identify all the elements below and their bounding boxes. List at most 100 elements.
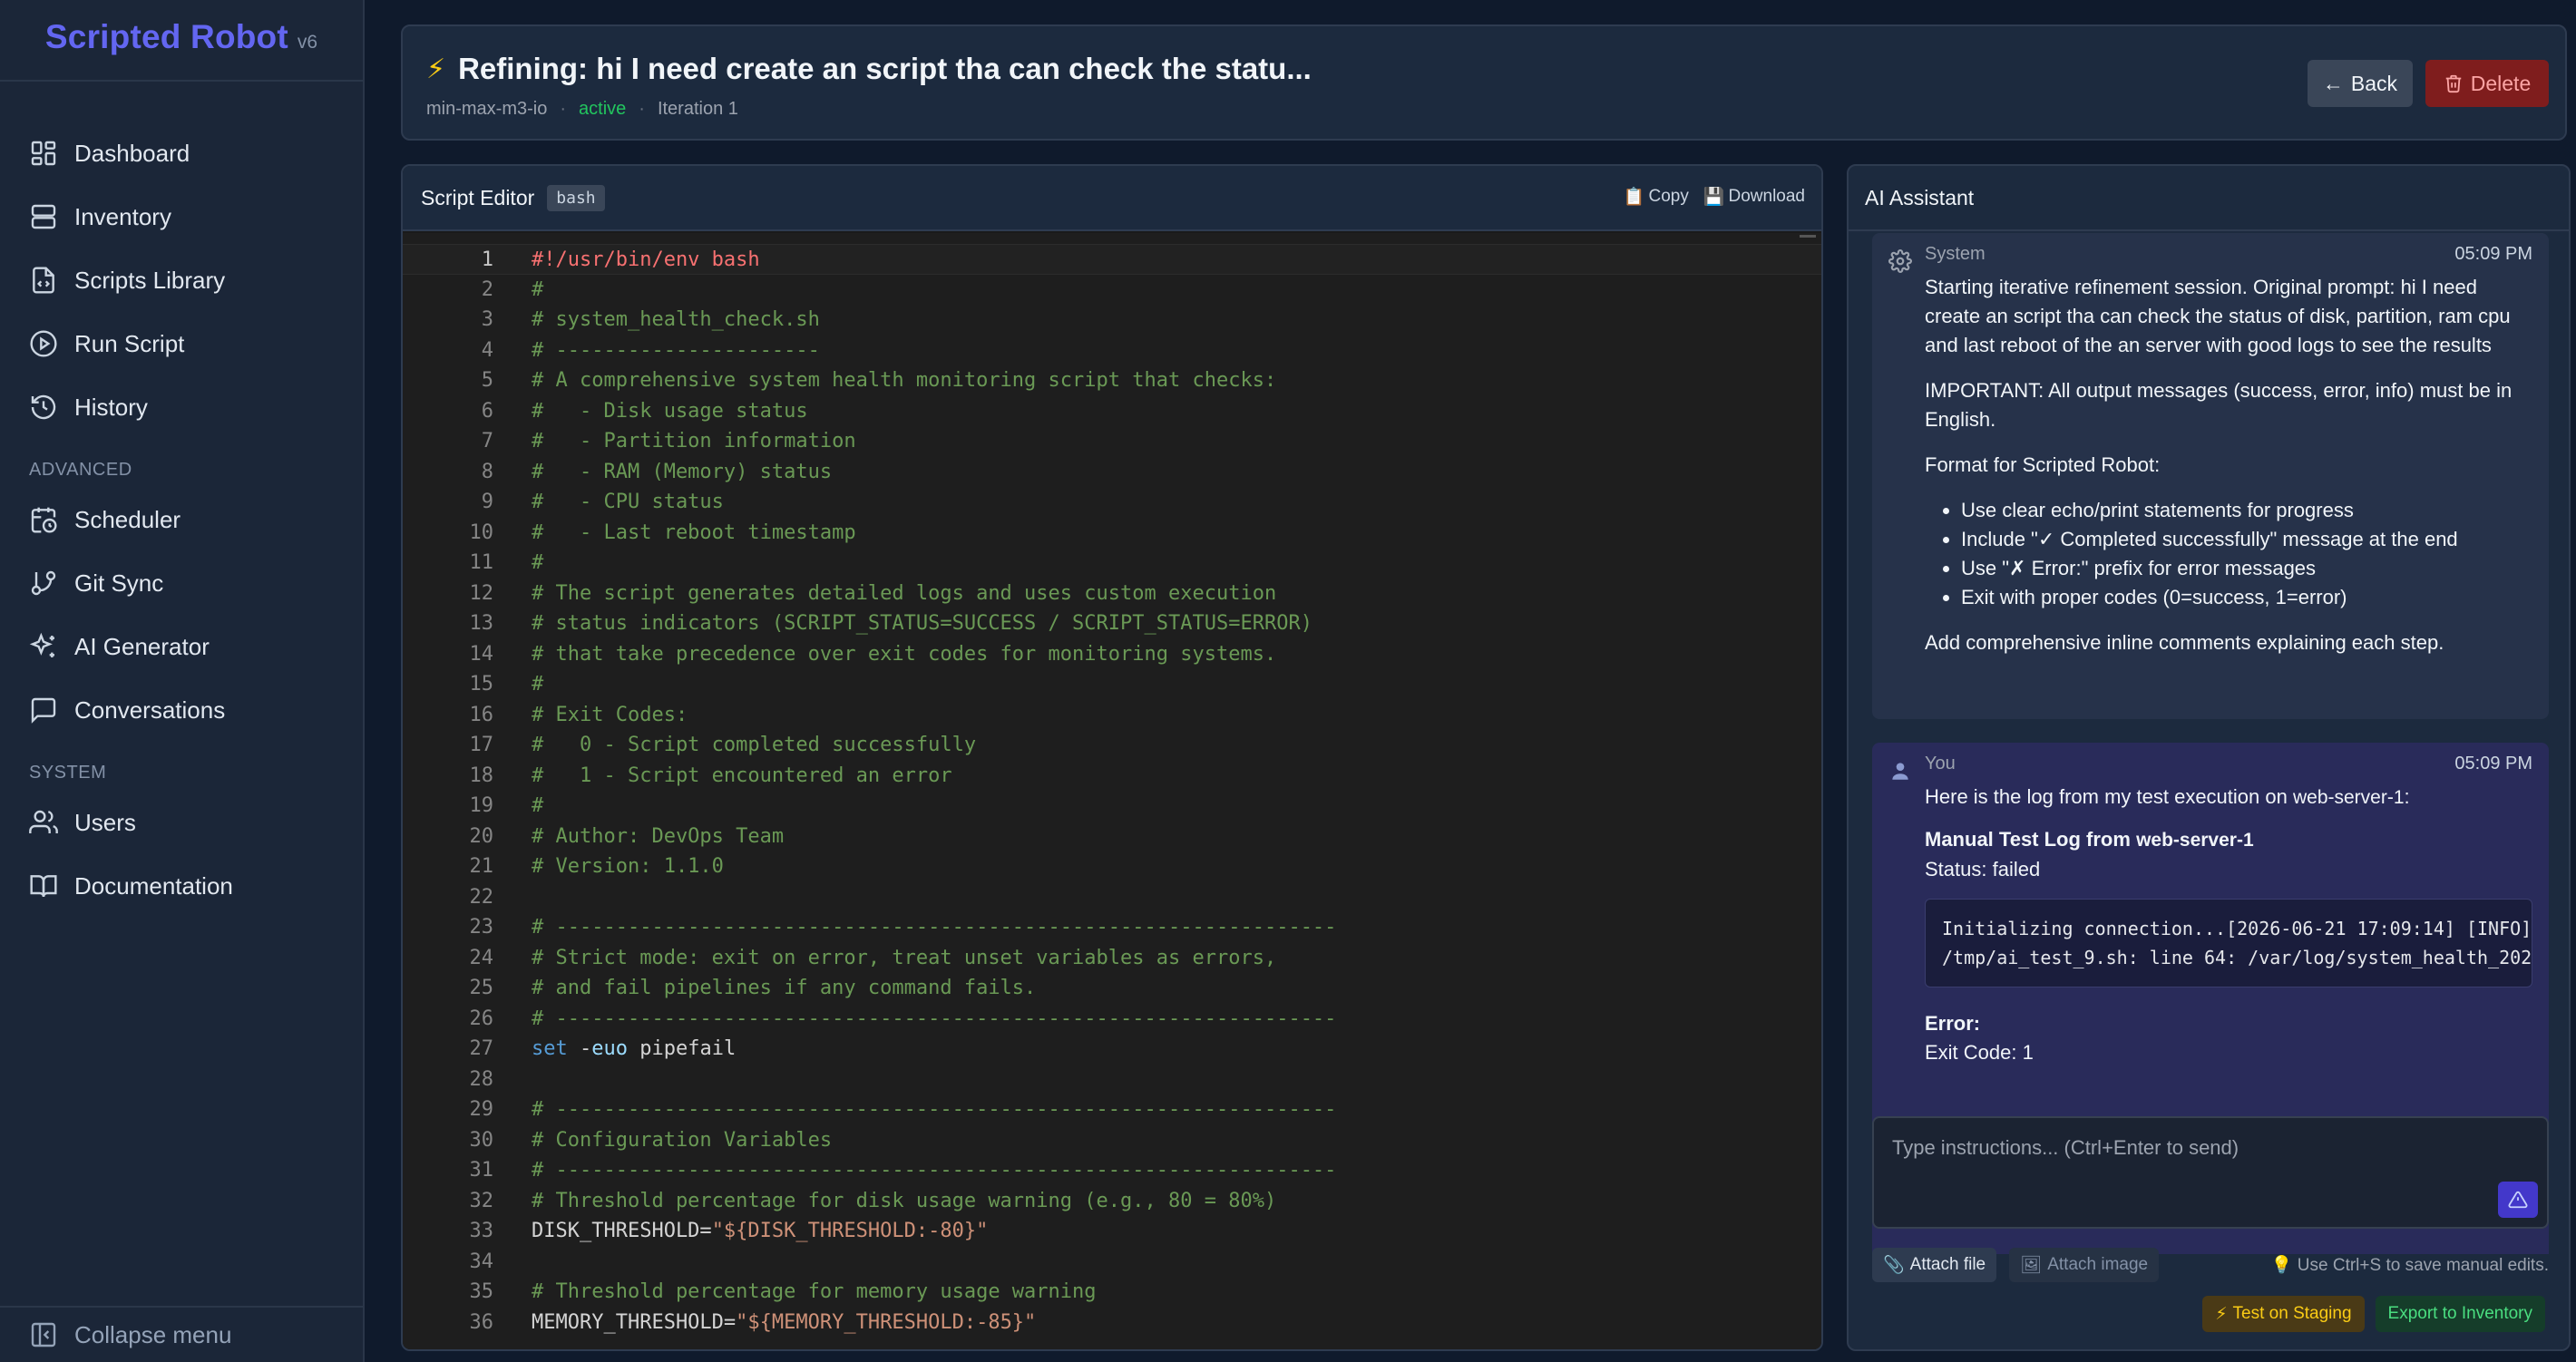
- test-on-staging-button[interactable]: ⚡ Test on Staging: [2202, 1296, 2365, 1332]
- sidebar-item-git-sync[interactable]: Git Sync: [0, 551, 363, 615]
- code-line[interactable]: 18 # 1 - Script encountered an error: [403, 761, 1821, 792]
- calendar-clock-icon: [31, 507, 57, 533]
- code-text: #: [532, 673, 544, 696]
- ai-assistant-panel: AI Assistant System 05:09 PM Starting it…: [1847, 164, 2571, 1351]
- delete-button[interactable]: Delete: [2425, 60, 2549, 107]
- message-intro-line: Here is the log from my test execution o…: [1925, 785, 2410, 808]
- collapse-icon: [31, 1322, 56, 1347]
- line-number: 32: [469, 1189, 494, 1212]
- copy-button[interactable]: 📋 Copy: [1624, 186, 1689, 208]
- code-line[interactable]: 33 DISK_THRESHOLD="${DISK_THRESHOLD:-80}": [403, 1216, 1821, 1247]
- code-line[interactable]: 15 #: [403, 669, 1821, 700]
- code-line[interactable]: 3 # system_health_check.sh: [403, 305, 1821, 336]
- line-number: 15: [469, 673, 494, 696]
- code-line[interactable]: 7 # - Partition information: [403, 426, 1821, 457]
- code-line[interactable]: 27 set -euo pipefail: [403, 1034, 1821, 1065]
- line-number: 20: [469, 824, 494, 848]
- code-line[interactable]: 16 # Exit Codes:: [403, 700, 1821, 731]
- code-line[interactable]: 36 MEMORY_THRESHOLD="${MEMORY_THRESHOLD:-…: [403, 1308, 1821, 1338]
- brand-title[interactable]: Scripted Robot: [45, 18, 288, 56]
- list-item: Include "✓ Completed successfully" messa…: [1961, 525, 2532, 554]
- code-line[interactable]: 30 # Configuration Variables: [403, 1125, 1821, 1156]
- collapse-menu-button[interactable]: Collapse menu: [0, 1306, 363, 1362]
- code-line[interactable]: 32 # Threshold percentage for disk usage …: [403, 1186, 1821, 1217]
- code-line[interactable]: 28: [403, 1065, 1821, 1095]
- message-sender: You: [1925, 754, 1956, 773]
- code-line[interactable]: 25 # and fail pipelines if any command fa…: [403, 973, 1821, 1004]
- export-to-inventory-button[interactable]: Export to Inventory: [2375, 1296, 2545, 1332]
- code-text: # 0 - Script completed successfully: [532, 734, 977, 756]
- download-button[interactable]: 💾 Download: [1703, 186, 1805, 208]
- page-title: ⚡ Refining: hi I need create an script t…: [426, 52, 1312, 86]
- sidebar-item-run-script[interactable]: Run Script: [0, 312, 363, 375]
- code-line[interactable]: 22: [403, 882, 1821, 913]
- line-number: 25: [469, 977, 494, 999]
- sidebar-item-label: Scripts Library: [74, 266, 226, 294]
- exit-code: Exit Code: 1: [1925, 1041, 2034, 1064]
- code-line[interactable]: 10 # - Last reboot timestamp: [403, 518, 1821, 549]
- list-item: Exit with proper codes (0=success, 1=err…: [1961, 583, 2532, 612]
- chat-messages[interactable]: System 05:09 PM Starting iterative refin…: [1849, 233, 2569, 1254]
- code-text: # status indicators (SCRIPT_STATUS=SUCCE…: [532, 612, 1312, 635]
- code-line[interactable]: 29 # ------------------------------------…: [403, 1094, 1821, 1125]
- line-number: 22: [469, 885, 494, 909]
- code-line[interactable]: 5 # A comprehensive system health monitor…: [403, 365, 1821, 396]
- code-line[interactable]: 14 # that take precedence over exit codes…: [403, 639, 1821, 670]
- sidebar-item-label: Users: [74, 808, 136, 836]
- code-line[interactable]: 4 # ----------------------: [403, 336, 1821, 366]
- session-meta: min-max-m3-io · active · Iteration 1: [426, 99, 738, 120]
- code-line[interactable]: 9 # - CPU status: [403, 487, 1821, 518]
- send-button[interactable]: [2498, 1182, 2538, 1218]
- line-number: 8: [481, 460, 493, 483]
- sidebar-item-label: Conversations: [74, 696, 226, 724]
- code-line[interactable]: 11 #: [403, 548, 1821, 579]
- code-line[interactable]: 35 # Threshold percentage for memory usag…: [403, 1277, 1821, 1308]
- lightning-icon: ⚡: [426, 54, 446, 84]
- users-icon: [29, 810, 58, 833]
- sidebar-item-dashboard[interactable]: Dashboard: [0, 122, 363, 185]
- separator-dot: ·: [639, 99, 645, 119]
- code-line[interactable]: 12 # The script generates detailed logs a…: [403, 579, 1821, 609]
- code-line[interactable]: 23 # ------------------------------------…: [403, 912, 1821, 943]
- back-button[interactable]: ← Back: [2308, 60, 2413, 107]
- code-line[interactable]: 17 # 0 - Script completed successfully: [403, 730, 1821, 761]
- script-editor-panel: Script Editor bash 📋 Copy 💾 Download 1 #!/u…: [401, 164, 1823, 1351]
- arrow-left-icon: ←: [2322, 71, 2344, 95]
- code-line[interactable]: 6 # - Disk usage status: [403, 396, 1821, 427]
- code-editor[interactable]: 1 #!/usr/bin/env bash 2 #3 # system_health_c…: [403, 233, 1821, 1349]
- code-text: #: [532, 794, 544, 817]
- test-on-staging-label: Test on Staging: [2232, 1304, 2352, 1323]
- file-code-icon: [33, 267, 54, 294]
- code-line[interactable]: 31 # ------------------------------------…: [403, 1155, 1821, 1186]
- line-number: 14: [469, 642, 494, 666]
- code-line[interactable]: 8 # - RAM (Memory) status: [403, 457, 1821, 488]
- code-line[interactable]: 24 # Strict mode: exit on error, treat un…: [403, 943, 1821, 974]
- log-line: /tmp/ai_test_9.sh: line 64: /var/log/sys…: [1942, 947, 2532, 968]
- sidebar-item-inventory[interactable]: Inventory: [0, 185, 363, 248]
- code-line[interactable]: 13 # status indicators (SCRIPT_STATUS=SUC…: [403, 608, 1821, 639]
- sidebar-item-scheduler[interactable]: Scheduler: [0, 488, 363, 551]
- attach-image-button[interactable]: 🖼 Attach image: [2009, 1248, 2160, 1282]
- code-line[interactable]: 19 #: [403, 791, 1821, 822]
- line-number: 10: [469, 520, 494, 544]
- code-line[interactable]: 2 #: [403, 275, 1821, 306]
- code-text: # ----------------------: [532, 338, 820, 362]
- line-number: 29: [469, 1098, 494, 1121]
- back-button-label: Back: [2350, 71, 2398, 95]
- instructions-input[interactable]: Type instructions... (Ctrl+Enter to send…: [1872, 1116, 2549, 1229]
- sidebar-item-history[interactable]: History: [0, 375, 363, 439]
- attach-file-button[interactable]: 📎 Attach file: [1872, 1248, 1997, 1282]
- code-line[interactable]: 26 # ------------------------------------…: [403, 1004, 1821, 1035]
- sidebar-item-documentation[interactable]: Documentation: [0, 854, 363, 918]
- code-line[interactable]: 1 #!/usr/bin/env bash: [403, 244, 1821, 275]
- line-number: 2: [481, 277, 493, 301]
- sidebar-item-users[interactable]: Users: [0, 791, 363, 854]
- code-line[interactable]: 34: [403, 1247, 1821, 1278]
- code-line[interactable]: 20 # Author: DevOps Team: [403, 822, 1821, 852]
- sidebar-item-conversations[interactable]: Conversations: [0, 678, 363, 742]
- sidebar-item-scripts-library[interactable]: Scripts Library: [0, 248, 363, 312]
- code-line[interactable]: 21 # Version: 1.1.0: [403, 851, 1821, 882]
- editor-scrollbar[interactable]: [1800, 235, 1816, 238]
- sidebar-item-ai-generator[interactable]: AI Generator: [0, 615, 363, 678]
- brand-version: v6: [297, 32, 318, 53]
